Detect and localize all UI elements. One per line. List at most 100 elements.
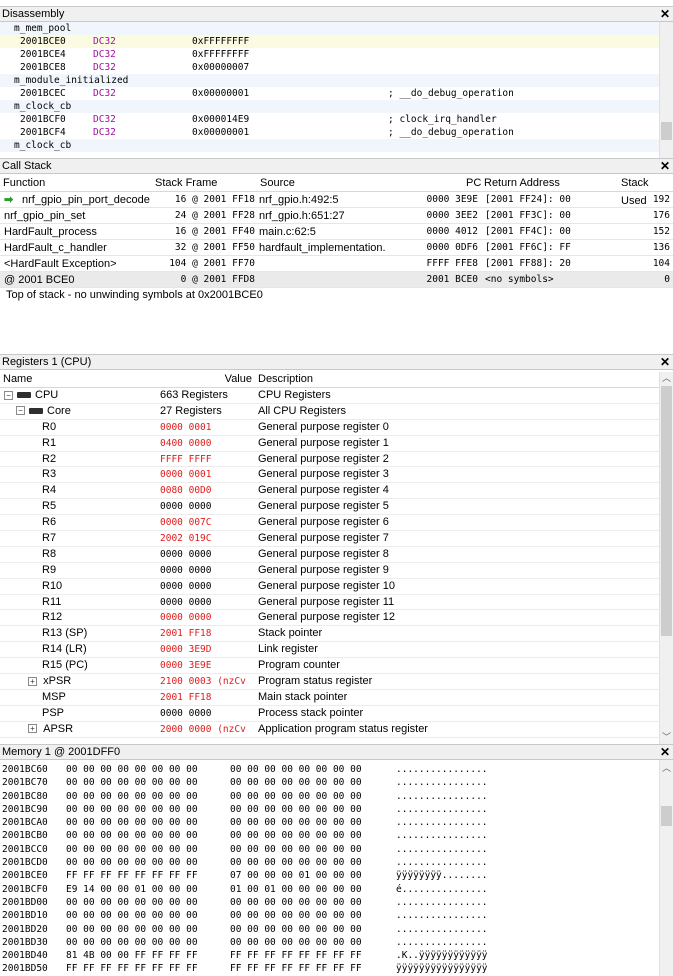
register-row[interactable]: R11 0000 0000 General purpose register 11: [0, 595, 659, 611]
register-row[interactable]: R8 0000 0000 General purpose register 8: [0, 547, 659, 563]
register-value[interactable]: 0000 0000: [160, 547, 256, 563]
col-stack-frame-header[interactable]: Stack Frame: [155, 174, 217, 192]
register-row[interactable]: R10 0000 0000 General purpose register 10: [0, 579, 659, 595]
memory-row[interactable]: 2001BCA0 00 00 00 00 00 00 00 00 00 00 00 …: [0, 816, 659, 829]
memory-row[interactable]: 2001BCE0 FF FF FF FF FF FF FF FF 07 00 00 …: [0, 869, 659, 882]
collapse-icon[interactable]: −: [4, 390, 13, 400]
memory-row[interactable]: 2001BD40 81 4B 00 00 FF FF FF FF FF FF FF …: [0, 949, 659, 962]
memory-dump[interactable]: 2001BC60 00 00 00 00 00 00 00 00 00 00 00 …: [0, 763, 659, 976]
expand-icon[interactable]: +: [28, 724, 37, 734]
register-value[interactable]: 0000 0000: [160, 706, 256, 722]
disasm-symbol-line[interactable]: m_clock_cb: [0, 100, 659, 113]
disasm-symbol-line[interactable]: m_module_initialized: [0, 74, 659, 87]
call-stack-row-selected[interactable]: @ 2001 BCE0 0 @ 2001 FFD8 2001 BCE0 <no …: [0, 272, 673, 288]
scroll-up-icon[interactable]: ︿: [660, 372, 673, 385]
memory-row[interactable]: 2001BC60 00 00 00 00 00 00 00 00 00 00 00 …: [0, 763, 659, 776]
memory-row[interactable]: 2001BCB0 00 00 00 00 00 00 00 00 00 00 00 …: [0, 829, 659, 842]
register-value[interactable]: 2001 FF18: [160, 626, 256, 642]
register-value[interactable]: 0000 0000: [160, 610, 256, 626]
register-row[interactable]: R4 0080 00D0 General purpose register 4: [0, 483, 659, 500]
register-row[interactable]: R13 (SP) 2001 FF18 Stack pointer: [0, 626, 659, 643]
disasm-code-line[interactable]: 2001BCEC DC32 0x00000001 ; __do_debug_opera…: [0, 87, 659, 100]
register-row[interactable]: R5 0000 0000 General purpose register 5: [0, 499, 659, 516]
call-stack-close-icon[interactable]: ✕: [660, 159, 670, 173]
register-value[interactable]: 2002 019C: [160, 531, 256, 547]
disassembly-scrollbar[interactable]: [659, 22, 673, 158]
disasm-code-line[interactable]: 2001BCE8 DC32 0x00000007: [0, 61, 659, 74]
col-pc-header[interactable]: PC: [466, 174, 481, 192]
disassembly-close-icon[interactable]: ✕: [660, 7, 670, 21]
register-row-cpu[interactable]: − CPU 663 Registers CPU Registers: [0, 388, 659, 404]
register-row-apsr[interactable]: + APSR 2000 0000 (nzCv Application program…: [0, 722, 659, 738]
register-value[interactable]: 0000 0000: [160, 563, 256, 579]
call-stack-row[interactable]: ➡ nrf_gpio_pin_port_decode 16 @ 2001 FF1…: [0, 192, 673, 208]
disasm-code-line-current[interactable]: 2001BCE0 DC32 0xFFFFFFFF: [0, 35, 659, 48]
register-row[interactable]: R7 2002 019C General purpose register 7: [0, 531, 659, 547]
col-return-address-header[interactable]: Return Address: [484, 174, 560, 192]
scroll-up-icon[interactable]: ︿: [660, 762, 673, 775]
disasm-symbol-line[interactable]: m_clock_cb: [0, 139, 659, 152]
register-value[interactable]: 0000 0000: [160, 579, 256, 595]
call-stack-row[interactable]: HardFault_process 16 @ 2001 FF40 main.c:…: [0, 224, 673, 240]
registers-scrollbar[interactable]: ︿ ﹀: [659, 372, 673, 744]
register-value[interactable]: 0400 0000: [160, 436, 256, 452]
collapse-icon[interactable]: −: [16, 406, 25, 416]
disassembly-listing[interactable]: m_mem_pool 2001BCE0 DC32 0xFFFFFFFF 2001BC…: [0, 22, 659, 152]
register-row[interactable]: MSP 2001 FF18 Main stack pointer: [0, 690, 659, 706]
register-row[interactable]: R3 0000 0001 General purpose register 3: [0, 467, 659, 484]
register-row[interactable]: R6 0000 007C General purpose register 6: [0, 515, 659, 532]
register-value[interactable]: 0000 3E9D: [160, 642, 256, 658]
memory-row[interactable]: 2001BC70 00 00 00 00 00 00 00 00 00 00 00 …: [0, 776, 659, 789]
register-value[interactable]: 2000 0000 (nzCv: [160, 722, 256, 738]
register-row-core[interactable]: − Core 27 Registers All CPU Registers: [0, 404, 659, 420]
disassembly-scroll-thumb[interactable]: [661, 122, 672, 140]
register-value[interactable]: 0000 007C: [160, 515, 256, 531]
register-value[interactable]: 2001 FF18: [160, 690, 256, 706]
register-row[interactable]: R15 (PC) 0000 3E9E Program counter: [0, 658, 659, 675]
memory-scrollbar[interactable]: ︿: [659, 760, 673, 976]
col-function-header[interactable]: Function: [3, 174, 45, 192]
memory-row[interactable]: 2001BD30 00 00 00 00 00 00 00 00 00 00 00 …: [0, 936, 659, 949]
register-row[interactable]: R1 0400 0000 General purpose register 1: [0, 436, 659, 452]
memory-close-icon[interactable]: ✕: [660, 745, 670, 759]
register-row[interactable]: R12 0000 0000 General purpose register 12: [0, 610, 659, 627]
col-value-header[interactable]: Value: [160, 370, 252, 388]
scroll-down-icon[interactable]: ﹀: [660, 731, 673, 744]
call-stack-row[interactable]: nrf_gpio_pin_set 24 @ 2001 FF28 nrf_gpio…: [0, 208, 673, 224]
memory-row[interactable]: 2001BD00 00 00 00 00 00 00 00 00 00 00 00 …: [0, 896, 659, 909]
register-row[interactable]: R0 0000 0001 General purpose register 0: [0, 420, 659, 436]
memory-row[interactable]: 2001BCC0 00 00 00 00 00 00 00 00 00 00 00 …: [0, 843, 659, 856]
register-value[interactable]: 0000 0000: [160, 595, 256, 611]
register-value[interactable]: 2100 0003 (nzCv: [160, 674, 256, 690]
registers-scroll-thumb[interactable]: [661, 386, 672, 636]
memory-row[interactable]: 2001BCD0 00 00 00 00 00 00 00 00 00 00 00 …: [0, 856, 659, 869]
disasm-code-line[interactable]: 2001BCF4 DC32 0x00000001 ; __do_debug_opera…: [0, 126, 659, 139]
disasm-symbol-line[interactable]: m_mem_pool: [0, 22, 659, 35]
memory-row[interactable]: 2001BD50 FF FF FF FF FF FF FF FF FF FF FF …: [0, 962, 659, 975]
register-row[interactable]: R14 (LR) 0000 3E9D Link register: [0, 642, 659, 659]
col-source-header[interactable]: Source: [260, 174, 295, 192]
disasm-code-line[interactable]: 2001BCE4 DC32 0xFFFFFFFF: [0, 48, 659, 61]
memory-row[interactable]: 2001BCF0 E9 14 00 00 01 00 00 00 01 00 01 …: [0, 883, 659, 896]
memory-row[interactable]: 2001BC80 00 00 00 00 00 00 00 00 00 00 00 …: [0, 790, 659, 803]
register-row[interactable]: PSP 0000 0000 Process stack pointer: [0, 706, 659, 722]
register-value[interactable]: 0080 00D0: [160, 483, 256, 499]
register-value[interactable]: 0000 0001: [160, 420, 256, 436]
memory-scroll-thumb[interactable]: [661, 806, 672, 826]
register-value[interactable]: 0000 0000: [160, 499, 256, 515]
memory-row[interactable]: 2001BD20 00 00 00 00 00 00 00 00 00 00 00 …: [0, 923, 659, 936]
register-row-xpsr[interactable]: + xPSR 2100 0003 (nzCv Program status regi…: [0, 674, 659, 690]
call-stack-row[interactable]: <HardFault Exception> 104 @ 2001 FF70 FF…: [0, 256, 673, 272]
disasm-code-line[interactable]: 2001BCF0 DC32 0x000014E9 ; clock_irq_handle…: [0, 113, 659, 126]
col-name-header[interactable]: Name: [3, 370, 32, 388]
register-row[interactable]: R2 FFFF FFFF General purpose register 2: [0, 452, 659, 468]
register-value[interactable]: 0000 3E9E: [160, 658, 256, 674]
register-value[interactable]: FFFF FFFF: [160, 452, 256, 468]
memory-row[interactable]: 2001BD10 00 00 00 00 00 00 00 00 00 00 00 …: [0, 909, 659, 922]
col-description-header[interactable]: Description: [258, 370, 313, 388]
register-value[interactable]: 0000 0001: [160, 467, 256, 483]
memory-row[interactable]: 2001BC90 00 00 00 00 00 00 00 00 00 00 00 …: [0, 803, 659, 816]
registers-close-icon[interactable]: ✕: [660, 355, 670, 369]
register-row[interactable]: R9 0000 0000 General purpose register 9: [0, 563, 659, 579]
call-stack-row[interactable]: HardFault_c_handler 32 @ 2001 FF50 hardf…: [0, 240, 673, 256]
